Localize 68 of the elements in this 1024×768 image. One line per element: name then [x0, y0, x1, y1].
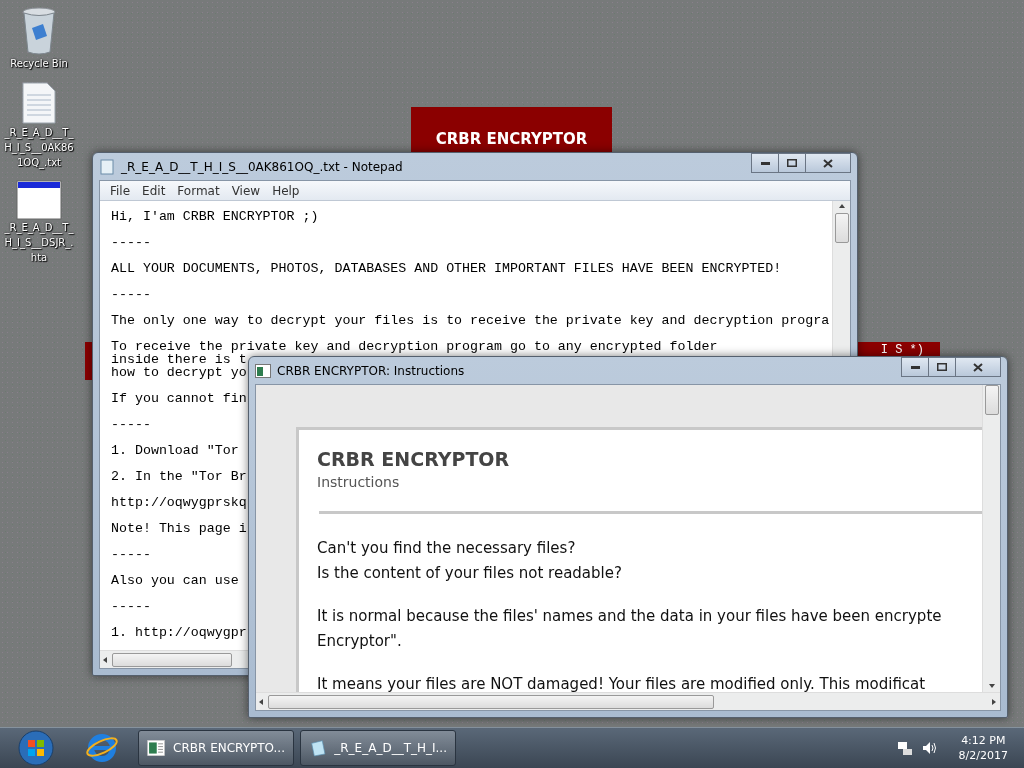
note-text-line: 2. In the "Tor Br — [111, 470, 247, 483]
instruction-text: Encryptor". — [317, 631, 402, 652]
menu-item[interactable]: View — [225, 183, 267, 198]
desktop-icon-label[interactable]: _R_E_A_D__T_H_I_S__0AK861OQ_.txt — [4, 125, 74, 170]
text-file-icon[interactable] — [21, 81, 57, 125]
strip-text: I S *) — [880, 342, 925, 357]
scroll-thumb[interactable] — [112, 652, 232, 667]
note-text-line: Also you can use — [111, 574, 240, 587]
close-icon — [823, 158, 833, 168]
clock-date: 8/2/2017 — [958, 748, 1008, 763]
minimize-button[interactable] — [751, 153, 779, 173]
window-title: CRBR ENCRYPTOR: Instructions — [277, 363, 466, 378]
maximize-button[interactable] — [778, 153, 806, 173]
start-button[interactable] — [17, 729, 55, 767]
vertical-scrollbar[interactable] — [982, 385, 1000, 692]
notepad-icon — [99, 158, 115, 175]
menu-item[interactable]: File — [104, 183, 137, 198]
note-text-line: Hi, I'am CRBR ENCRYPTOR ;) — [111, 210, 319, 223]
note-text-line: how to decrypt yo — [111, 366, 247, 379]
close-icon — [973, 362, 983, 372]
note-text-line: The only one way to decrypt your files is to receive the private key and decryption progra — [111, 314, 830, 327]
banner-title: CRBR ENCRYPTOR — [435, 129, 588, 148]
desktop-icon-label[interactable]: Recycle Bin — [4, 56, 74, 71]
note-text-line: ALL YOUR DOCUMENTS, PHOTOS, DATABASES AND OTHER IMPORTANT FILES HAVE BEEN ENCRYPTED! — [111, 262, 782, 275]
menu-item[interactable]: Help — [266, 183, 306, 198]
note-text-line: ----- — [111, 548, 151, 561]
maximize-icon — [937, 363, 947, 371]
minimize-button[interactable] — [901, 357, 929, 377]
note-text-line: ----- — [111, 600, 151, 613]
window-icon — [255, 363, 271, 378]
taskbar-button[interactable]: _R_E_A_D__T_H_I... — [300, 730, 456, 766]
page-subheading: Instructions — [317, 474, 400, 490]
desktop-icon-label[interactable]: _R_E_A_D__T_H_I_S__DSJR_.hta — [4, 220, 74, 265]
close-button[interactable] — [805, 153, 851, 173]
note-text-line: ----- — [111, 288, 151, 301]
menu-item[interactable]: Format — [171, 183, 226, 198]
instruction-text: Can't you find the necessary files? — [317, 538, 576, 559]
note-text-line: If you cannot fin — [111, 392, 247, 405]
maximize-button[interactable] — [928, 357, 956, 377]
scroll-thumb[interactable] — [268, 694, 715, 709]
browser-icon[interactable] — [85, 732, 119, 764]
menu-item[interactable]: Edit — [136, 183, 172, 198]
window-title: _R_E_A_D__T_H_I_S__0AK861OQ_.txt - Notepad — [121, 159, 404, 174]
note-text-line: inside there is t — [111, 353, 247, 366]
close-button[interactable] — [955, 357, 1001, 377]
note-text-line: http://oqwygprskq — [111, 496, 247, 509]
maximize-icon — [787, 159, 797, 167]
minimize-icon — [760, 161, 770, 165]
scroll-thumb[interactable] — [984, 385, 999, 415]
instruction-text: It means your files are NOT damaged! Your files are modified only. This modificat — [317, 674, 926, 692]
note-text-line: To receive the private key and decryption program go to any encrypted folder — [111, 340, 718, 353]
scroll-thumb[interactable] — [834, 213, 849, 243]
network-icon[interactable] — [896, 740, 913, 756]
window-file-icon[interactable] — [16, 180, 62, 220]
note-text-line: ----- — [111, 418, 151, 431]
horizontal-scrollbar[interactable] — [256, 692, 1000, 710]
clock[interactable]: 4:12 PM 8/2/2017 — [958, 733, 1008, 763]
note-text-line: ----- — [111, 236, 151, 249]
minimize-icon — [910, 365, 920, 369]
clock-time: 4:12 PM — [961, 733, 1006, 748]
note-text-line: Note! This page i — [111, 522, 247, 535]
note-text-line: 1. Download "Tor — [111, 444, 240, 457]
instruction-text: Is the content of your files not readable? — [317, 563, 622, 584]
instruction-text: It is normal because the files' names and the data in your files have been encrypte — [317, 606, 942, 627]
page-heading: CRBR ENCRYPTOR — [317, 448, 510, 470]
volume-icon[interactable] — [920, 740, 937, 756]
note-text-line: 1. http://oqwygpr — [111, 626, 247, 639]
taskbar-button[interactable]: CRBR ENCRYPTO... — [138, 730, 294, 766]
